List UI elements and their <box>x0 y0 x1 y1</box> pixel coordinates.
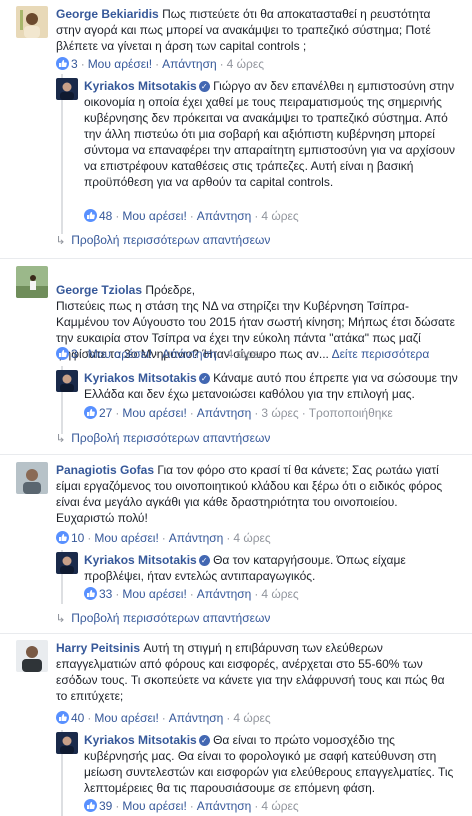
divider <box>0 258 472 259</box>
like-button[interactable]: Μου αρέσει! <box>122 799 186 813</box>
reply-author[interactable]: Kyriakos Mitsotakis <box>84 733 197 747</box>
like-button[interactable]: Μου αρέσει! <box>122 406 186 420</box>
avatar[interactable] <box>16 6 48 38</box>
divider <box>0 454 472 455</box>
like-count[interactable]: 39 <box>99 799 112 813</box>
reply-arrow-icon: ↳ <box>55 433 66 445</box>
reply-button[interactable]: Απάντηση <box>169 711 224 725</box>
reply-actions: 48 · Μου αρέσει! · Απάντηση · 4 ώρες <box>84 208 299 224</box>
comment-body: George Bekiaridis Πως πιστεύετε ότι θα α… <box>56 6 458 54</box>
comment-actions: 3 · Μου αρέσει! · Απάντηση · 4 ώρες <box>56 56 264 72</box>
reply-actions: 39 · Μου αρέσει! · Απάντηση · 4 ώρες <box>84 798 299 814</box>
comment-author[interactable]: Harry Peitsinis <box>56 641 140 655</box>
see-more-link[interactable]: Δείτε περισσότερα <box>332 347 430 361</box>
like-icon <box>56 531 69 544</box>
like-icon <box>56 711 69 724</box>
like-button[interactable]: Μου αρέσει! <box>88 347 152 361</box>
avatar[interactable] <box>56 78 78 100</box>
timestamp[interactable]: 4 ώρες <box>261 799 298 813</box>
like-button[interactable]: Μου αρέσει! <box>122 209 186 223</box>
comment-body: Panagiotis Gofas Για τον φόρο στο κρασί … <box>56 462 458 526</box>
like-count[interactable]: 48 <box>99 209 112 223</box>
reply-author[interactable]: Kyriakos Mitsotakis <box>84 371 197 385</box>
avatar[interactable] <box>56 370 78 392</box>
more-replies-label: Προβολή περισσότερων απαντήσεων <box>71 611 271 625</box>
reply-body: Kyriakos Mitsotakis ✓ Κάναμε αυτό που έπρ… <box>84 370 458 402</box>
reply-body: Kyriakos Mitsotakis ✓ Θα τον καταργήσουμε… <box>84 552 458 584</box>
avatar[interactable] <box>16 462 48 494</box>
like-button[interactable]: Μου αρέσει! <box>94 531 158 545</box>
comment-actions: 3 · Μου αρέσει! · Απάντηση · 4 ώρες <box>56 346 264 362</box>
like-icon <box>84 406 97 419</box>
like-count[interactable]: 40 <box>71 711 84 725</box>
comment-body: Harry Peitsinis Αυτή τη στιγμή η επιβάρυ… <box>56 640 458 704</box>
verified-icon: ✓ <box>198 555 210 566</box>
verified-icon: ✓ <box>198 373 210 384</box>
reply-button[interactable]: Απάντηση <box>169 531 224 545</box>
like-button[interactable]: Μου αρέσει! <box>94 711 158 725</box>
divider <box>0 633 472 634</box>
reply-arrow-icon: ↳ <box>55 235 66 247</box>
like-icon <box>56 57 69 70</box>
verified-icon: ✓ <box>198 735 210 746</box>
reply-body: Kyriakos Mitsotakis ✓ Θα είναι το πρώτο ν… <box>84 732 458 796</box>
like-icon <box>84 209 97 222</box>
reply-text: Γιώργο αν δεν επανέλθει η εμπιστοσύνη στ… <box>84 79 456 189</box>
reply-button[interactable]: Απάντηση <box>197 587 252 601</box>
avatar[interactable] <box>16 266 48 298</box>
like-count[interactable]: 3 <box>71 347 78 361</box>
more-replies-link[interactable]: ↳ Προβολή περισσότερων απαντήσεων <box>55 430 271 447</box>
timestamp[interactable]: 3 ώρες <box>261 406 298 420</box>
reply-button[interactable]: Απάντηση <box>197 799 252 813</box>
edited-label[interactable]: Τροποποιήθηκε <box>309 406 393 420</box>
more-replies-link[interactable]: ↳ Προβολή περισσότερων απαντήσεων <box>55 610 271 627</box>
like-button[interactable]: Μου αρέσει! <box>122 587 186 601</box>
like-count[interactable]: 10 <box>71 531 84 545</box>
reply-button[interactable]: Απάντηση <box>197 406 252 420</box>
reply-button[interactable]: Απάντηση <box>197 209 252 223</box>
comment-author[interactable]: George Bekiaridis <box>56 7 159 21</box>
comment-author[interactable]: Panagiotis Gofas <box>56 463 154 477</box>
reply-author[interactable]: Kyriakos Mitsotakis <box>84 79 197 93</box>
avatar[interactable] <box>56 552 78 574</box>
reply-button[interactable]: Απάντηση <box>162 347 217 361</box>
timestamp[interactable]: 4 ώρες <box>227 347 264 361</box>
timestamp[interactable]: 4 ώρες <box>227 57 264 71</box>
more-replies-link[interactable]: ↳ Προβολή περισσότερων απαντήσεων <box>55 232 271 249</box>
like-button[interactable]: Μου αρέσει! <box>88 57 152 71</box>
avatar[interactable] <box>56 732 78 754</box>
reply-body: Kyriakos Mitsotakis ✓ Γιώργο αν δεν επανέ… <box>84 78 458 190</box>
like-icon <box>84 587 97 600</box>
timestamp[interactable]: 4 ώρες <box>233 711 270 725</box>
comment-actions: 10 · Μου αρέσει! · Απάντηση · 4 ώρες <box>56 530 271 546</box>
avatar[interactable] <box>16 640 48 672</box>
like-count[interactable]: 27 <box>99 406 112 420</box>
timestamp[interactable]: 4 ώρες <box>261 209 298 223</box>
like-count[interactable]: 33 <box>99 587 112 601</box>
timestamp[interactable]: 4 ώρες <box>233 531 270 545</box>
reply-author[interactable]: Kyriakos Mitsotakis <box>84 553 197 567</box>
like-icon <box>84 799 97 812</box>
verified-icon: ✓ <box>198 81 210 92</box>
reply-arrow-icon: ↳ <box>55 613 66 625</box>
more-replies-label: Προβολή περισσότερων απαντήσεων <box>71 233 271 247</box>
more-replies-label: Προβολή περισσότερων απαντήσεων <box>71 431 271 445</box>
reply-actions: 33 · Μου αρέσει! · Απάντηση · 4 ώρες <box>84 586 299 602</box>
comment-actions: 40 · Μου αρέσει! · Απάντηση · 4 ώρες <box>56 710 271 726</box>
timestamp[interactable]: 4 ώρες <box>261 587 298 601</box>
reply-actions: 27 · Μου αρέσει! · Απάντηση · 3 ώρες · Τροποποιή… <box>84 405 393 421</box>
comment-author[interactable]: George Tziolas <box>56 283 142 297</box>
reply-button[interactable]: Απάντηση <box>162 57 217 71</box>
like-icon <box>56 347 69 360</box>
like-count[interactable]: 3 <box>71 57 78 71</box>
